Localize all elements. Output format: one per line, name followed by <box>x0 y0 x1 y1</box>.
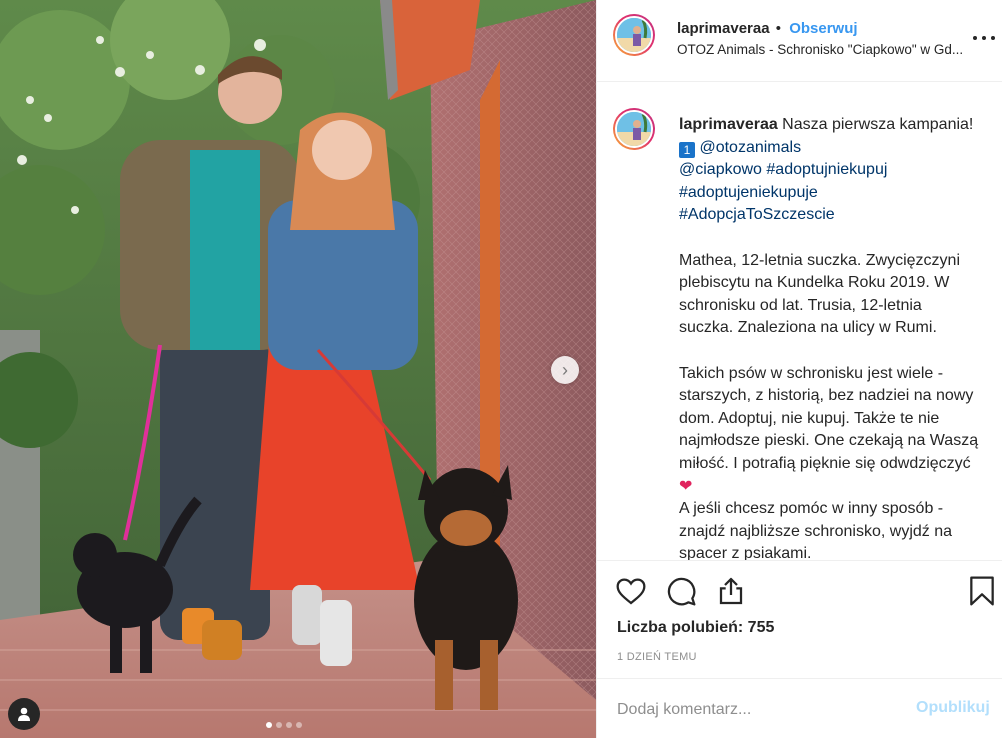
caption-intro: Nasza pierwsza kampania! <box>777 116 978 133</box>
follow-button[interactable]: Obserwuj <box>789 20 857 37</box>
post-header: laprimaveraa • Obserwuj OTOZ Animals - S… <box>597 0 1002 82</box>
hashtag-link[interactable]: #AdopcjaToSzczescie <box>679 206 835 223</box>
caption-paragraph: Mathea, 12-letnia suczka. Zwycięzczyni p… <box>679 251 965 337</box>
post-actions: Liczba polubień: 755 1 DZIEŃ TEMU <box>597 560 1002 678</box>
header-username-row: laprimaveraa • Obserwuj <box>677 20 858 37</box>
share-icon[interactable] <box>715 575 747 607</box>
more-options-icon[interactable] <box>973 36 995 42</box>
caption-area: laprimaveraa Nasza pierwsza kampania! 1 … <box>597 82 1002 560</box>
separator-dot: • <box>775 20 782 37</box>
heart-emoji-icon: ❤ <box>679 477 693 495</box>
post-photo[interactable]: › <box>0 0 596 738</box>
caption-paragraph: A jeśli chcesz pomóc w inny sposób - zna… <box>679 500 957 560</box>
user-icon <box>18 707 30 721</box>
post-timestamp[interactable]: 1 DZIEŃ TEMU <box>617 651 697 663</box>
caption-paragraph: Takich psów w schronisku jest wiele - st… <box>679 364 983 472</box>
keycap-one-icon: 1 <box>679 141 695 158</box>
comment-input[interactable] <box>615 697 909 723</box>
mention-link[interactable]: @otozanimals <box>699 139 801 156</box>
carousel-indicator <box>266 722 302 728</box>
avatar-image <box>617 112 651 146</box>
mention-link[interactable]: @ciapkowo <box>679 161 762 178</box>
comment-icon[interactable] <box>665 575 697 607</box>
post-caption: laprimaveraa Nasza pierwsza kampania! 1 … <box>679 114 979 560</box>
bookmark-icon[interactable] <box>967 575 997 607</box>
heart-icon[interactable] <box>615 575 647 607</box>
likes-count[interactable]: Liczba polubień: 755 <box>617 619 774 637</box>
location-link[interactable]: OTOZ Animals - Schronisko "Ciapkowo" w G… <box>677 42 987 57</box>
post-side-panel: laprimaveraa • Obserwuj OTOZ Animals - S… <box>596 0 1002 738</box>
carousel-dot <box>286 722 292 728</box>
avatar[interactable] <box>613 14 655 56</box>
tagged-users-button[interactable] <box>8 698 40 730</box>
username-link[interactable]: laprimaveraa <box>677 20 770 37</box>
comment-bar: Opublikuj <box>597 678 1002 738</box>
post-comment-button[interactable]: Opublikuj <box>916 699 990 717</box>
carousel-dot <box>296 722 302 728</box>
post-image <box>0 0 596 738</box>
carousel-next-button[interactable]: › <box>551 356 579 384</box>
caption-avatar[interactable] <box>613 108 655 150</box>
caption-username-link[interactable]: laprimaveraa <box>679 116 778 133</box>
carousel-dot <box>276 722 282 728</box>
avatar-image <box>617 18 651 52</box>
hashtag-link[interactable]: #adoptujeniekupuje <box>679 184 818 201</box>
hashtag-link[interactable]: #adoptujniekupuj <box>766 161 887 178</box>
carousel-dot <box>266 722 272 728</box>
chevron-right-icon: › <box>562 359 568 380</box>
